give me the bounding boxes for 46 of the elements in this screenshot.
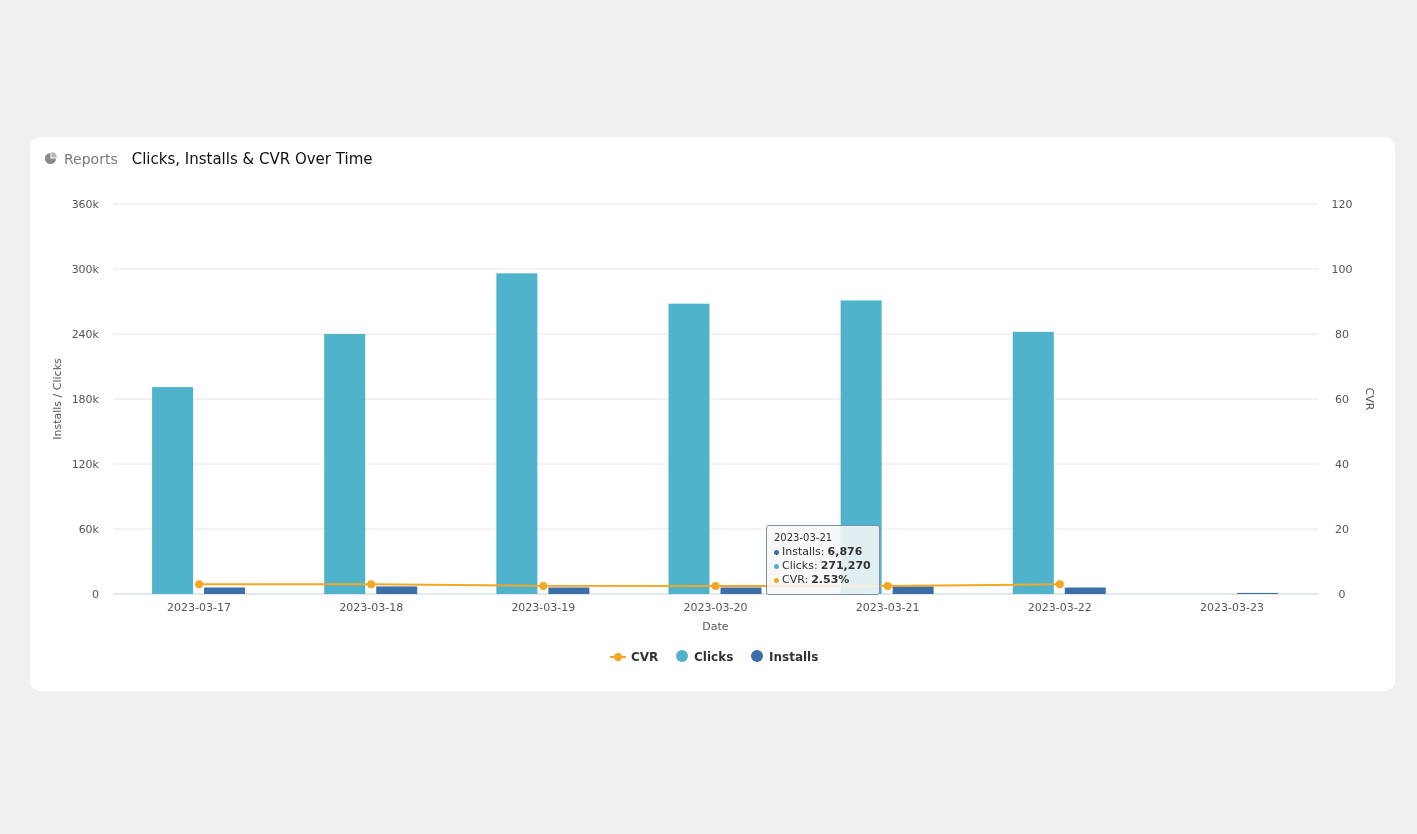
tooltip-value: 271,270 — [820, 559, 871, 573]
axis-label: 300k — [71, 263, 99, 276]
tooltip-value: 6,876 — [827, 545, 863, 559]
axis-label: 60k — [78, 523, 99, 536]
tooltip-value: 2.53% — [811, 573, 850, 587]
axis-title: CVR — [1363, 387, 1376, 411]
axis-label: 2023-03-18 — [339, 601, 404, 614]
breadcrumb-link[interactable]: Reports — [64, 150, 118, 167]
tooltip-label: Clicks: — [782, 559, 818, 573]
axis-label: 2023-03-21 — [855, 601, 920, 614]
axis-title: Installs / Clicks — [51, 358, 64, 440]
data-point — [539, 581, 548, 590]
axis-label: 2023-03-17 — [167, 601, 232, 614]
axis-label: 2023-03-19 — [511, 601, 576, 614]
axis-label: 180k — [71, 393, 99, 406]
axis-label: 360k — [71, 198, 99, 211]
data-point — [367, 580, 376, 589]
data-point — [711, 581, 720, 590]
tooltip-label: CVR: — [782, 573, 809, 587]
legend-dot-icon — [751, 650, 763, 662]
axis-title: Date — [702, 620, 729, 633]
chart-title: Clicks, Installs & CVR Over Time — [131, 149, 373, 168]
axis-label: 60 — [1335, 393, 1349, 406]
axis-label: 2023-03-20 — [683, 601, 748, 614]
axis-label: 80 — [1335, 328, 1349, 341]
axis-label: 2023-03-23 — [1199, 601, 1264, 614]
data-point — [195, 580, 204, 589]
legend-item[interactable]: Installs — [769, 650, 819, 664]
tooltip-label: Installs: — [782, 545, 825, 559]
axis-label: 0 — [1338, 588, 1346, 601]
axis-label: 100 — [1331, 263, 1353, 276]
tooltip-date: 2023-03-21 — [774, 532, 834, 543]
axis-label: 2023-03-22 — [1027, 601, 1092, 614]
axis-label: 40 — [1335, 458, 1349, 471]
legend-dot-icon — [676, 650, 688, 662]
legend-item[interactable]: Clicks — [694, 650, 734, 664]
legend-line-icon — [609, 653, 627, 661]
axis-label: 0 — [92, 588, 99, 601]
pie-chart-icon — [44, 152, 57, 165]
axis-label: 120k — [71, 458, 99, 471]
axis-label: 240k — [71, 328, 99, 341]
axis-label: 120 — [1331, 198, 1353, 211]
legend-item[interactable]: CVR — [631, 650, 659, 664]
data-point — [1055, 580, 1064, 589]
axis-label: 20 — [1335, 523, 1349, 536]
data-point — [883, 581, 892, 590]
